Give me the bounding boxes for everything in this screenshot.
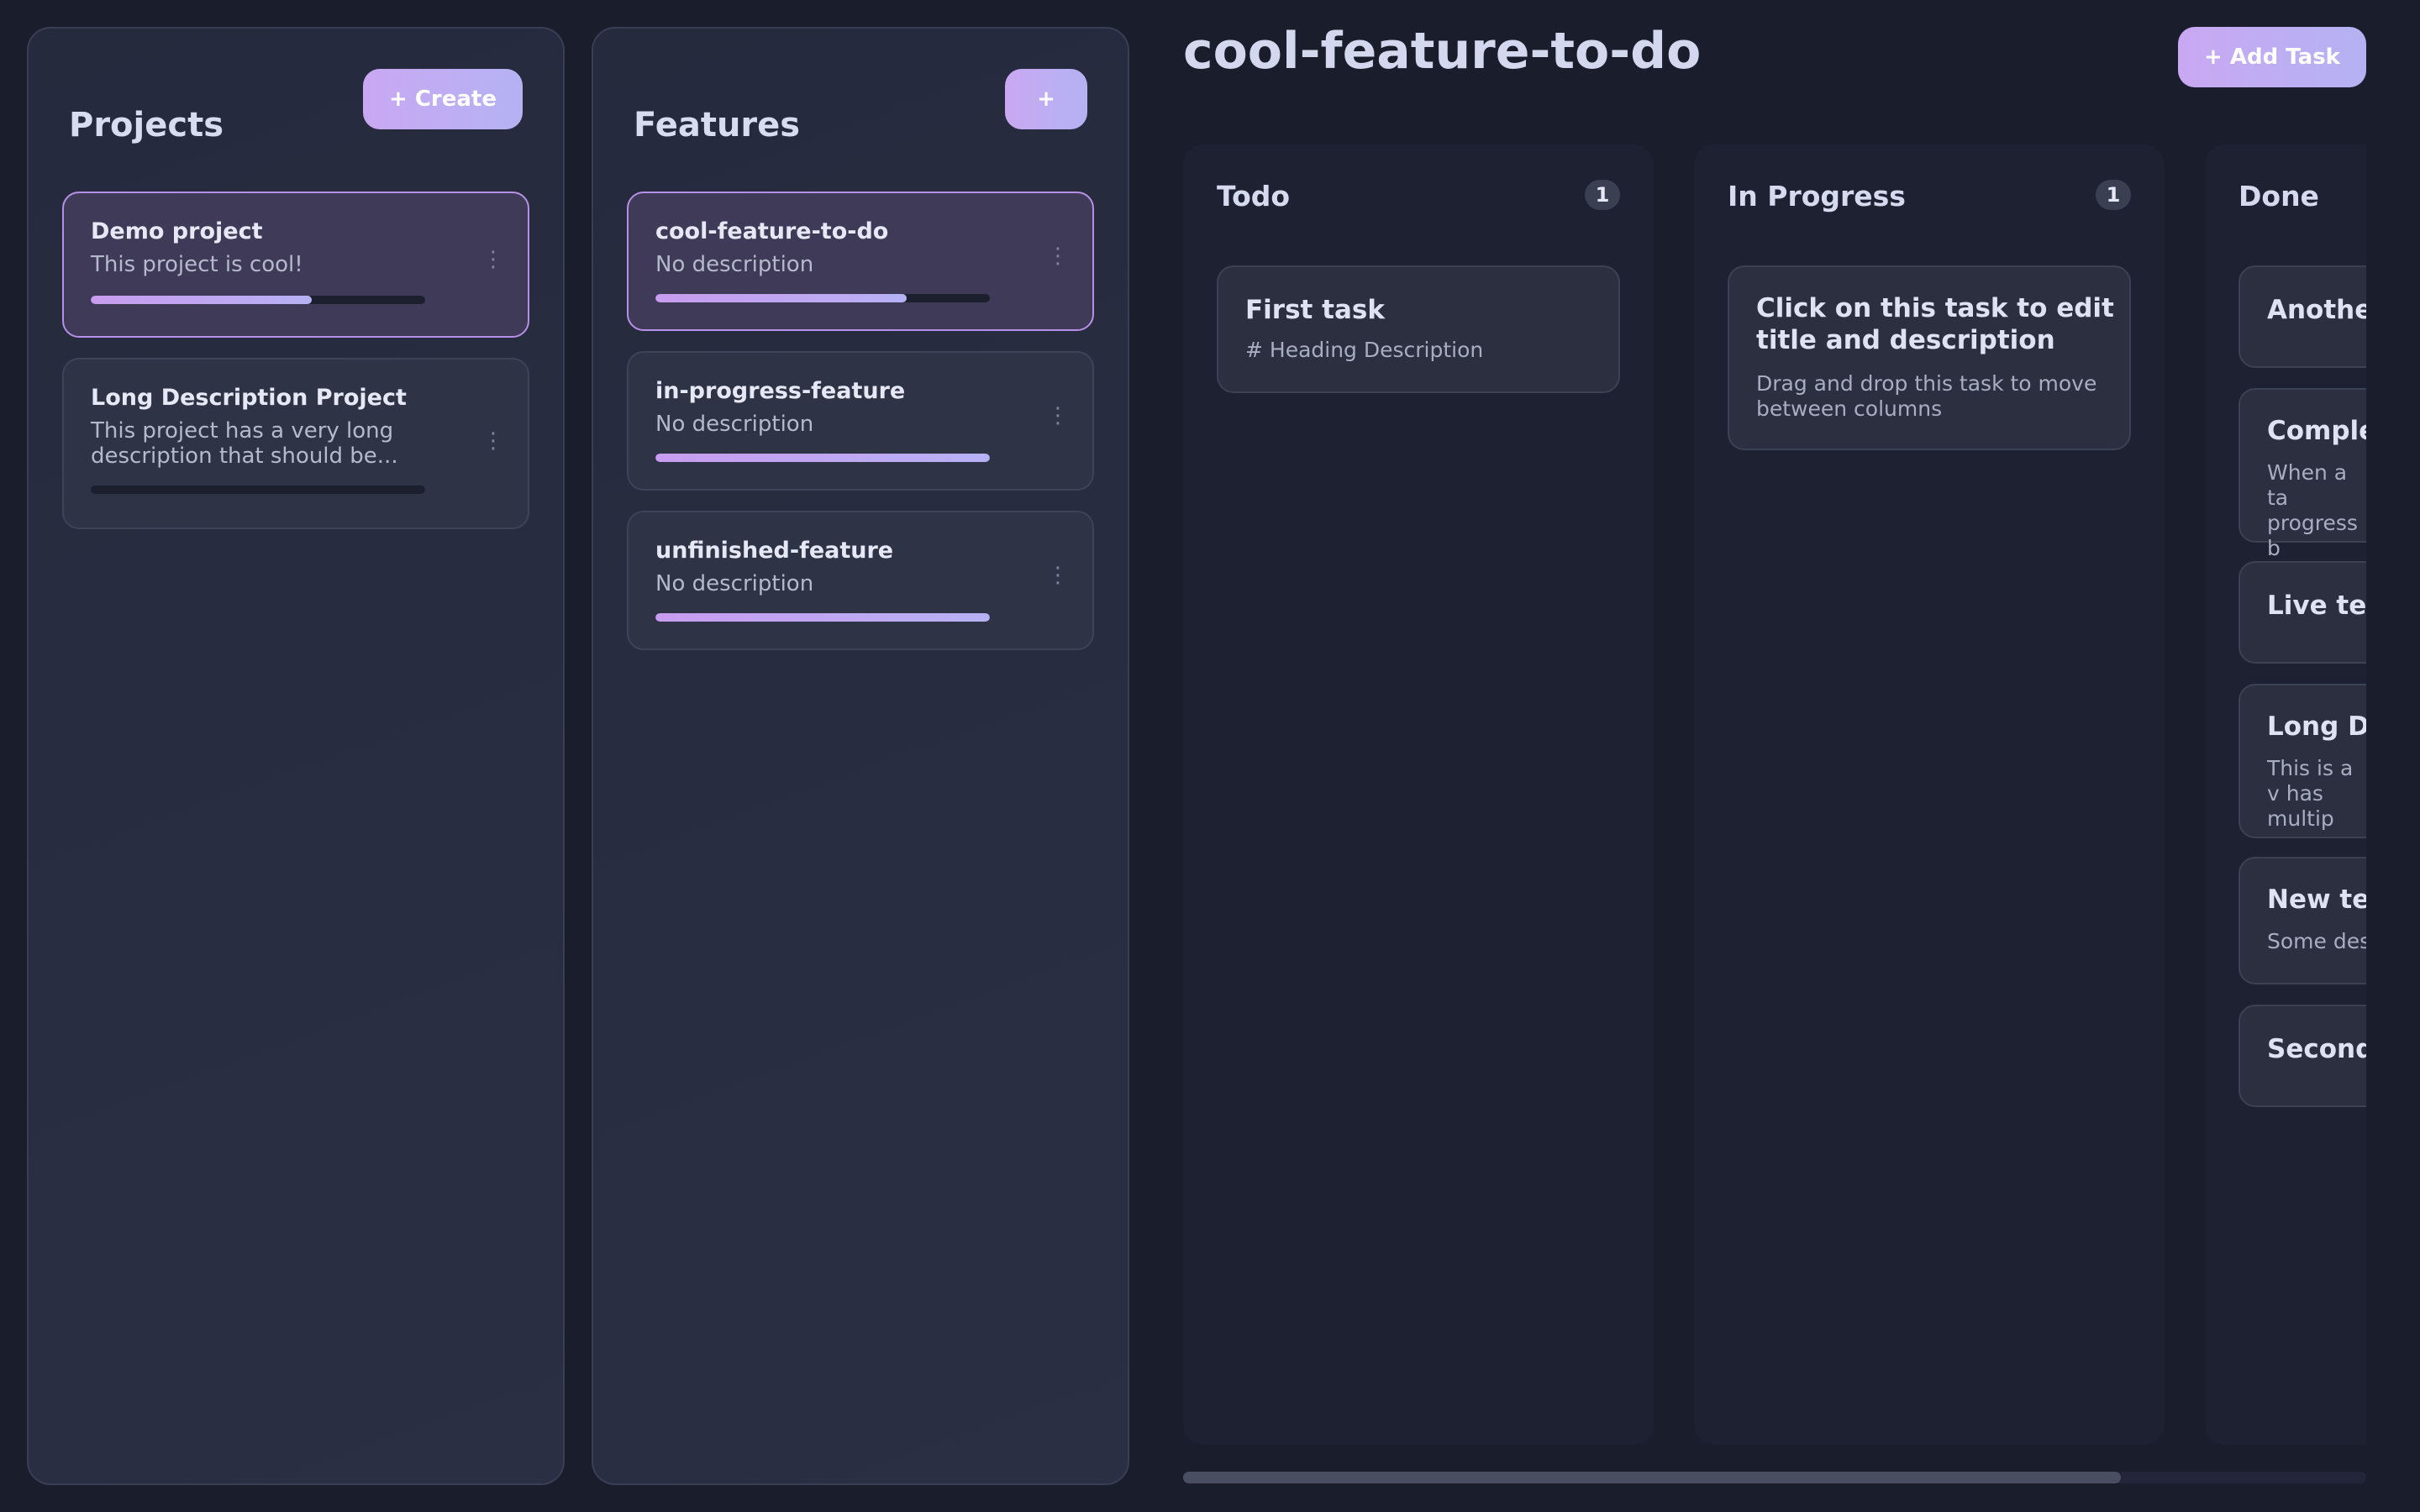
project-card[interactable]: Long Description Project This project ha… — [62, 358, 529, 529]
create-project-button[interactable]: + Create — [363, 69, 523, 129]
horizontal-scrollbar[interactable] — [1183, 1472, 2366, 1483]
task-card[interactable]: Complet When a ta progress b — [2238, 388, 2366, 560]
column-done: Done Another Complet When a ta progress … — [2205, 144, 2366, 1445]
kebab-menu-icon[interactable]: ⋮ — [1047, 245, 1069, 267]
kebab-menu-icon[interactable]: ⋮ — [1047, 405, 1069, 427]
task-title: Live test — [2267, 591, 2366, 621]
task-description: # Heading Description — [1245, 338, 1484, 362]
task-title: Another — [2267, 295, 2366, 325]
projects-title: Projects — [69, 106, 224, 144]
project-description: This project has a very long description… — [91, 418, 398, 469]
projects-panel: Projects + Create Demo project This proj… — [27, 27, 565, 1485]
add-feature-button[interactable]: + — [1005, 69, 1087, 129]
task-title: First task — [1245, 295, 1385, 325]
feature-progress-fill — [655, 613, 990, 622]
kebab-menu-icon[interactable]: ⋮ — [482, 249, 504, 270]
task-card[interactable]: Second — [2238, 1005, 2366, 1107]
column-in-progress: In Progress 1 Click on this task to edit… — [1694, 144, 2165, 1445]
feature-title: unfinished-feature — [655, 538, 894, 564]
kebab-menu-icon[interactable]: ⋮ — [1047, 564, 1069, 586]
task-title: New tes — [2267, 885, 2366, 915]
project-description: This project is cool! — [91, 252, 303, 277]
task-title: Second — [2267, 1034, 2366, 1064]
task-description: This is a v has multip — [2267, 756, 2354, 831]
kanban-board[interactable]: Todo 1 First task # Heading Description … — [1183, 144, 2366, 1445]
feature-progress-bar — [655, 454, 990, 462]
feature-card[interactable]: unfinished-feature No description ⋮ — [627, 511, 1094, 650]
column-title: In Progress — [1728, 180, 1906, 213]
project-title: Demo project — [91, 218, 263, 244]
kebab-menu-icon[interactable]: ⋮ — [482, 430, 504, 452]
project-card[interactable]: Demo project This project is cool! ⋮ — [62, 192, 529, 338]
feature-progress-fill — [655, 294, 907, 302]
project-progress-fill — [91, 296, 312, 304]
column-title: Todo — [1217, 180, 1291, 213]
features-panel: Features + cool-feature-to-do No descrip… — [592, 27, 1129, 1485]
task-card[interactable]: New tes Some des — [2238, 857, 2366, 984]
add-task-button[interactable]: + Add Task — [2178, 27, 2366, 87]
task-card[interactable]: Click on this task to edit title and des… — [1728, 265, 2131, 450]
feature-progress-fill — [655, 454, 990, 462]
features-title: Features — [634, 106, 801, 144]
task-description: When a ta progress b — [2267, 460, 2358, 560]
column-todo: Todo 1 First task # Heading Description — [1183, 144, 1654, 1445]
feature-description: No description — [655, 252, 814, 277]
feature-description: No description — [655, 412, 814, 437]
task-title: Click on this task to edit title and des… — [1756, 293, 2114, 355]
task-card[interactable]: Live test — [2238, 561, 2366, 664]
task-title: Long De — [2267, 711, 2366, 742]
column-title: Done — [2238, 180, 2319, 213]
task-card[interactable]: Long De This is a v has multip — [2238, 684, 2366, 838]
feature-card[interactable]: cool-feature-to-do No description ⋮ — [627, 192, 1094, 331]
feature-description: No description — [655, 571, 814, 596]
task-card[interactable]: Another — [2238, 265, 2366, 368]
feature-progress-bar — [655, 294, 990, 302]
column-count-badge: 1 — [2096, 180, 2131, 210]
feature-title: cool-feature-to-do — [655, 218, 889, 244]
task-description: Some des — [2267, 929, 2366, 953]
column-count-badge: 1 — [1585, 180, 1620, 210]
project-progress-bar — [91, 486, 425, 494]
feature-title: in-progress-feature — [655, 378, 906, 404]
task-description: Drag and drop this task to move between … — [1756, 371, 2097, 421]
feature-progress-bar — [655, 613, 990, 622]
scrollbar-thumb[interactable] — [1183, 1472, 2121, 1483]
feature-card[interactable]: in-progress-feature No description ⋮ — [627, 351, 1094, 491]
board-title: cool-feature-to-do — [1183, 22, 1702, 81]
task-card[interactable]: First task # Heading Description — [1217, 265, 1620, 393]
project-title: Long Description Project — [91, 385, 407, 411]
project-progress-bar — [91, 296, 425, 304]
task-title: Complet — [2267, 416, 2366, 446]
